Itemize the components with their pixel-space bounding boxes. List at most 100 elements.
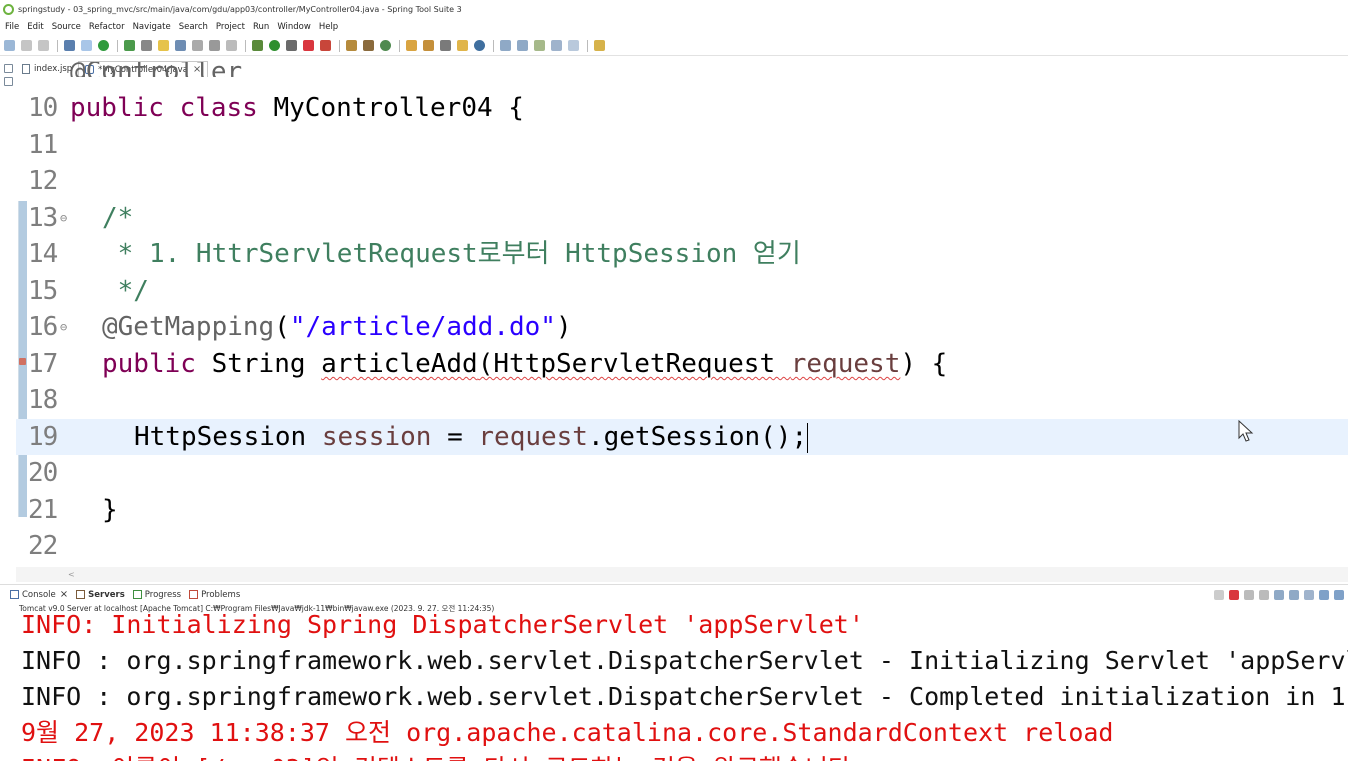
menu-edit[interactable]: Edit bbox=[27, 22, 43, 32]
toggle-icon[interactable] bbox=[81, 40, 92, 51]
line-number: 21 bbox=[28, 495, 58, 525]
operator: = bbox=[431, 422, 479, 452]
string-literal: "/article/add.do" bbox=[289, 312, 556, 342]
type: HttpSession bbox=[134, 422, 322, 452]
package-icon[interactable] bbox=[363, 40, 374, 51]
tab-console[interactable]: Console × bbox=[10, 589, 68, 600]
console-process-description: Tomcat v9.0 Server at localhost [Apache … bbox=[19, 604, 495, 613]
keyword: public class bbox=[70, 93, 258, 123]
brush-icon[interactable] bbox=[440, 40, 451, 51]
console-line: 9월 27, 2023 11:38:37 오전 org.apache.catal… bbox=[21, 718, 1114, 747]
code-line: 11 bbox=[16, 127, 1348, 163]
menu-window[interactable]: Window bbox=[277, 22, 311, 32]
code-line: 20 bbox=[16, 455, 1348, 491]
prev-annotation-icon[interactable] bbox=[517, 40, 528, 51]
outline-icon[interactable] bbox=[175, 40, 186, 51]
tab-label: index.jsp bbox=[34, 64, 73, 74]
keyword: public bbox=[102, 349, 196, 379]
variable: session bbox=[321, 422, 432, 452]
menu-navigate[interactable]: Navigate bbox=[133, 22, 171, 32]
left-trim-bar bbox=[0, 60, 16, 580]
method-call: .getSession(); bbox=[587, 422, 808, 452]
toolbar-separator bbox=[57, 39, 58, 52]
coverage-icon[interactable] bbox=[380, 40, 391, 51]
warning-marker-icon[interactable] bbox=[19, 358, 26, 365]
link-icon[interactable] bbox=[1214, 590, 1224, 600]
new-icon[interactable] bbox=[4, 40, 15, 51]
pin-console-icon[interactable] bbox=[1304, 590, 1314, 600]
progress-icon bbox=[132, 590, 142, 599]
line-number: 22 bbox=[28, 531, 58, 561]
tab-problems[interactable]: Problems bbox=[189, 590, 240, 600]
code-line: 13 ⊖ /* bbox=[16, 200, 1348, 236]
scroll-lock-icon[interactable] bbox=[1274, 590, 1284, 600]
menu-file[interactable]: File bbox=[5, 22, 19, 32]
refresh-icon[interactable] bbox=[124, 40, 135, 51]
tab-progress[interactable]: Progress bbox=[132, 590, 181, 600]
window-title: springstudy - 03_spring_mvc/src/main/jav… bbox=[18, 5, 462, 14]
terminal-icon[interactable] bbox=[64, 40, 75, 51]
fold-icon[interactable]: ⊖ bbox=[60, 200, 67, 236]
save-all-icon[interactable] bbox=[38, 40, 49, 51]
open-console-icon[interactable] bbox=[1334, 590, 1344, 600]
main-toolbar bbox=[0, 36, 1348, 56]
remove-all-icon[interactable] bbox=[1259, 590, 1269, 600]
folder-icon[interactable] bbox=[457, 40, 468, 51]
menu-project[interactable]: Project bbox=[216, 22, 245, 32]
toolbar-separator bbox=[493, 39, 494, 52]
line-number: 20 bbox=[28, 458, 58, 488]
horizontal-scrollbar[interactable]: < bbox=[16, 567, 1348, 582]
close-icon[interactable]: × bbox=[60, 589, 68, 600]
pin-icon[interactable] bbox=[141, 40, 152, 51]
remove-launch-icon[interactable] bbox=[1244, 590, 1254, 600]
last-edit-icon[interactable] bbox=[534, 40, 545, 51]
boot-dashboard-icon[interactable] bbox=[98, 40, 109, 51]
next-annotation-icon[interactable] bbox=[500, 40, 511, 51]
paragraph-icon[interactable] bbox=[209, 40, 220, 51]
deploy-icon[interactable] bbox=[320, 40, 331, 51]
block-icon[interactable] bbox=[192, 40, 203, 51]
restore-icon[interactable] bbox=[4, 64, 13, 73]
whitespace-icon[interactable] bbox=[226, 40, 237, 51]
comment: */ bbox=[102, 276, 149, 306]
display-console-icon[interactable] bbox=[1319, 590, 1329, 600]
console-output[interactable]: INFO: Initializing Spring DispatcherServ… bbox=[0, 614, 1348, 761]
parameter-type: (HttpServletRequest bbox=[477, 349, 791, 379]
code-line: 17 public String articleAdd(HttpServletR… bbox=[16, 346, 1348, 382]
tab-index-jsp[interactable]: index.jsp bbox=[16, 61, 78, 77]
terminate-icon[interactable] bbox=[1229, 590, 1239, 600]
tab-servers[interactable]: Servers bbox=[76, 590, 125, 600]
menu-run[interactable]: Run bbox=[253, 22, 269, 32]
word-wrap-icon[interactable] bbox=[1289, 590, 1299, 600]
menu-refactor[interactable]: Refactor bbox=[89, 22, 125, 32]
globe-icon[interactable] bbox=[474, 40, 485, 51]
code-editor[interactable]: 10 public class MyController04 { 11 12 1… bbox=[16, 77, 1348, 567]
forward-icon[interactable] bbox=[568, 40, 579, 51]
open-type-icon[interactable] bbox=[406, 40, 417, 51]
paren: ( bbox=[274, 312, 290, 342]
toolbar-separator bbox=[245, 39, 246, 52]
scroll-left-icon[interactable]: < bbox=[68, 570, 75, 579]
annotation: @GetMapping bbox=[102, 312, 275, 342]
run-icon[interactable] bbox=[269, 40, 280, 51]
menu-search[interactable]: Search bbox=[179, 22, 208, 32]
save-icon[interactable] bbox=[21, 40, 32, 51]
stop-icon[interactable] bbox=[303, 40, 314, 51]
external-tools-icon[interactable] bbox=[286, 40, 297, 51]
pin-editor-icon[interactable] bbox=[594, 40, 605, 51]
highlight-icon[interactable] bbox=[158, 40, 169, 51]
server-icon[interactable] bbox=[346, 40, 357, 51]
toolbar-separator bbox=[399, 39, 400, 52]
back-icon[interactable] bbox=[551, 40, 562, 51]
tab-label: Servers bbox=[88, 589, 125, 600]
menu-help[interactable]: Help bbox=[319, 22, 338, 32]
debug-icon[interactable] bbox=[252, 40, 263, 51]
console-toolbar bbox=[1209, 590, 1344, 600]
toolbar-separator bbox=[117, 39, 118, 52]
menu-source[interactable]: Source bbox=[52, 22, 81, 32]
code-line: 14 * 1. HttrServletRequest로부터 HttpSessio… bbox=[16, 236, 1348, 272]
class-declaration: MyController04 { bbox=[257, 93, 524, 123]
fold-icon[interactable]: ⊖ bbox=[60, 309, 67, 345]
package-explorer-icon[interactable] bbox=[4, 77, 13, 86]
open-task-icon[interactable] bbox=[423, 40, 434, 51]
